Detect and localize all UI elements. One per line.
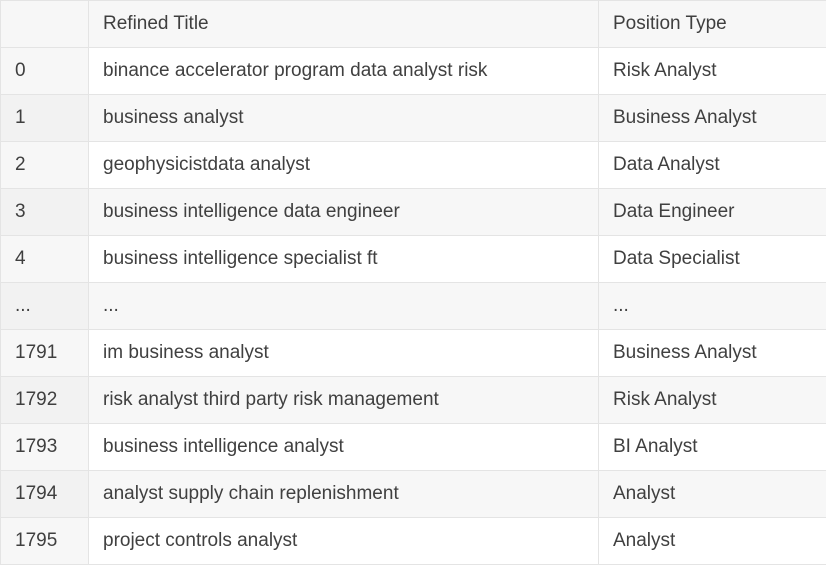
table-row: 1793 business intelligence analyst BI An… bbox=[1, 424, 826, 471]
cell-refined-title: binance accelerator program data analyst… bbox=[89, 48, 599, 95]
column-header-position-type: Position Type bbox=[599, 1, 826, 48]
cell-refined-title: ... bbox=[89, 283, 599, 330]
row-index: 0 bbox=[1, 48, 89, 95]
cell-refined-title: business analyst bbox=[89, 95, 599, 142]
column-header-refined-title: Refined Title bbox=[89, 1, 599, 48]
row-index: 1795 bbox=[1, 518, 89, 565]
table-row-ellipsis: ... ... ... bbox=[1, 283, 826, 330]
cell-position-type: Data Engineer bbox=[599, 189, 826, 236]
row-index: 1 bbox=[1, 95, 89, 142]
cell-position-type: Business Analyst bbox=[599, 330, 826, 377]
row-index: 2 bbox=[1, 142, 89, 189]
cell-position-type: Analyst bbox=[599, 518, 826, 565]
cell-position-type: Analyst bbox=[599, 471, 826, 518]
cell-position-type: Risk Analyst bbox=[599, 377, 826, 424]
table-row: 0 binance accelerator program data analy… bbox=[1, 48, 826, 95]
data-table: Refined Title Position Type 0 binance ac… bbox=[0, 0, 826, 565]
table-row: 1792 risk analyst third party risk manag… bbox=[1, 377, 826, 424]
table-header-row: Refined Title Position Type bbox=[1, 1, 826, 48]
row-index: 1794 bbox=[1, 471, 89, 518]
row-index: 1793 bbox=[1, 424, 89, 471]
table-row: 1795 project controls analyst Analyst bbox=[1, 518, 826, 565]
cell-refined-title: business intelligence analyst bbox=[89, 424, 599, 471]
cell-refined-title: geophysicistdata analyst bbox=[89, 142, 599, 189]
table-row: 1794 analyst supply chain replenishment … bbox=[1, 471, 826, 518]
row-index: 4 bbox=[1, 236, 89, 283]
table-body: 0 binance accelerator program data analy… bbox=[1, 48, 826, 565]
row-index: 1792 bbox=[1, 377, 89, 424]
table-row: 1 business analyst Business Analyst bbox=[1, 95, 826, 142]
table-row: 3 business intelligence data engineer Da… bbox=[1, 189, 826, 236]
cell-position-type: Business Analyst bbox=[599, 95, 826, 142]
cell-position-type: BI Analyst bbox=[599, 424, 826, 471]
cell-refined-title: risk analyst third party risk management bbox=[89, 377, 599, 424]
column-header-index bbox=[1, 1, 89, 48]
cell-refined-title: business intelligence specialist ft bbox=[89, 236, 599, 283]
cell-refined-title: project controls analyst bbox=[89, 518, 599, 565]
row-index: ... bbox=[1, 283, 89, 330]
cell-position-type: Data Specialist bbox=[599, 236, 826, 283]
table-row: 4 business intelligence specialist ft Da… bbox=[1, 236, 826, 283]
cell-position-type: ... bbox=[599, 283, 826, 330]
table-row: 1791 im business analyst Business Analys… bbox=[1, 330, 826, 377]
cell-refined-title: analyst supply chain replenishment bbox=[89, 471, 599, 518]
row-index: 1791 bbox=[1, 330, 89, 377]
table-row: 2 geophysicistdata analyst Data Analyst bbox=[1, 142, 826, 189]
cell-refined-title: im business analyst bbox=[89, 330, 599, 377]
cell-refined-title: business intelligence data engineer bbox=[89, 189, 599, 236]
cell-position-type: Data Analyst bbox=[599, 142, 826, 189]
row-index: 3 bbox=[1, 189, 89, 236]
cell-position-type: Risk Analyst bbox=[599, 48, 826, 95]
